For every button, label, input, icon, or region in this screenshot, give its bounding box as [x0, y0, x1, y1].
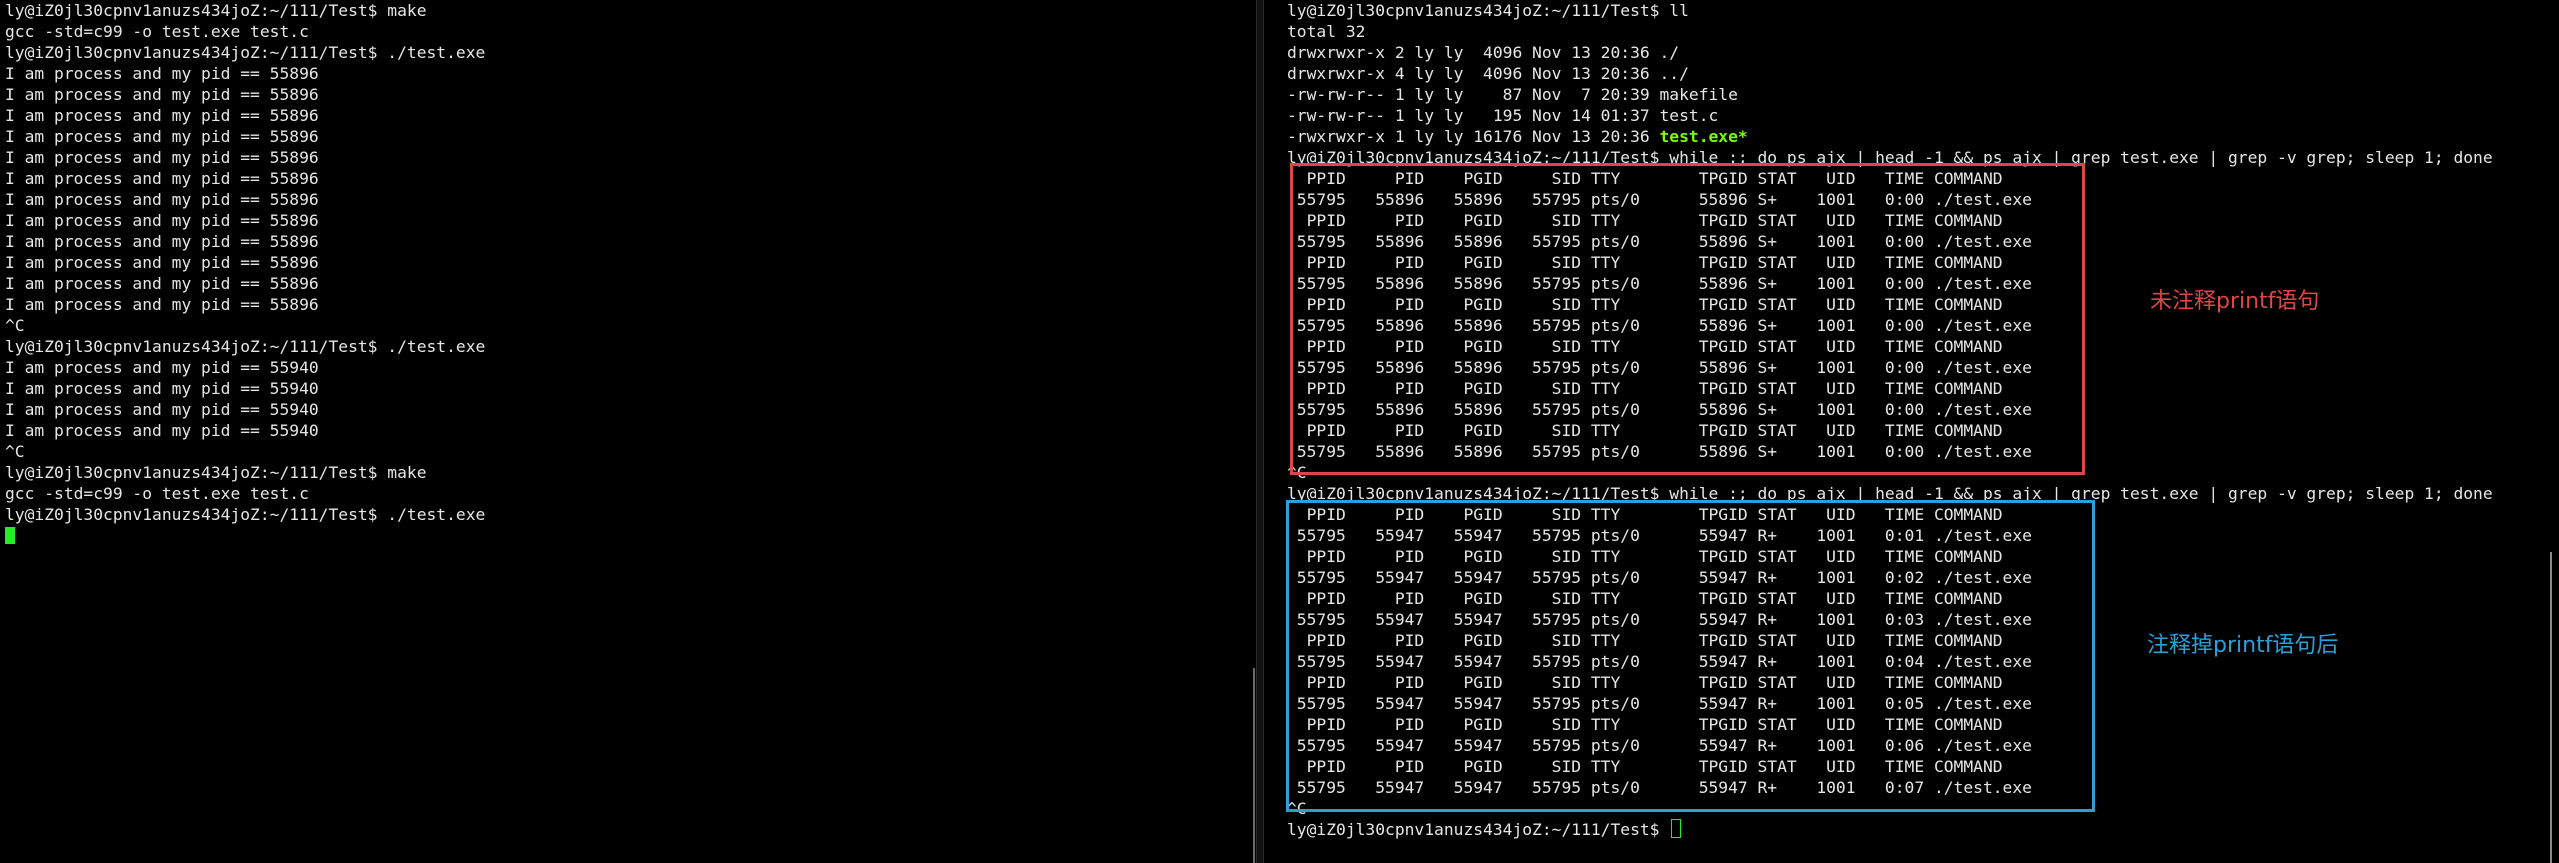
cursor	[5, 527, 15, 544]
terminal-line: I am process and my pid == 55940	[5, 400, 319, 419]
terminal-line: gcc -std=c99 -o test.exe test.c	[5, 22, 309, 41]
terminal-line: I am process and my pid == 55896	[5, 232, 319, 251]
left-terminal-pane[interactable]: ly@iZ0jl30cpnv1anuzs434joZ:~/111/Test$ m…	[0, 0, 1256, 863]
terminal-line: gcc -std=c99 -o test.exe test.c	[5, 484, 309, 503]
executable-filename: test.exe*	[1659, 127, 1748, 146]
terminal-line: I am process and my pid == 55940	[5, 358, 319, 377]
terminal-line: -rwxrwxr-x 1 ly ly 16176 Nov 13 20:36 te…	[1287, 126, 2493, 147]
left-terminal-output: ly@iZ0jl30cpnv1anuzs434joZ:~/111/Test$ m…	[5, 0, 485, 546]
terminal-line: total 32	[1287, 22, 1366, 41]
terminal-line: I am process and my pid == 55896	[5, 253, 319, 272]
terminal-line: ly@iZ0jl30cpnv1anuzs434joZ:~/111/Test$ m…	[5, 463, 427, 482]
pane-divider[interactable]	[1256, 0, 1264, 863]
terminal-line: I am process and my pid == 55896	[5, 295, 319, 314]
terminal-line: drwxrwxr-x 2 ly ly 4096 Nov 13 20:36 ./	[1287, 43, 1680, 62]
red-highlight-box	[1290, 163, 2085, 475]
terminal-line: I am process and my pid == 55940	[5, 379, 319, 398]
left-scrollbar[interactable]	[1253, 668, 1255, 863]
terminal-line: -rw-rw-r-- 1 ly ly 195 Nov 14 01:37 test…	[1287, 106, 1719, 125]
terminal-line: I am process and my pid == 55896	[5, 64, 319, 83]
terminal-cursor-line	[5, 525, 485, 546]
cursor	[1671, 819, 1682, 838]
terminal-line: ly@iZ0jl30cpnv1anuzs434joZ:~/111/Test$ m…	[5, 1, 427, 20]
terminal-line: ly@iZ0jl30cpnv1anuzs434joZ:~/111/Test$ .…	[5, 337, 486, 356]
terminal-line: ly@iZ0jl30cpnv1anuzs434joZ:~/111/Test$ .…	[5, 43, 486, 62]
file-entry-prefix: -rwxrwxr-x 1 ly ly 16176 Nov 13 20:36	[1287, 127, 1660, 146]
terminal-line: I am process and my pid == 55896	[5, 148, 319, 167]
annotation-printf-commented: 注释掉printf语句后	[2147, 633, 2339, 658]
terminal-line: ^C	[5, 442, 25, 461]
terminal-line: I am process and my pid == 55896	[5, 85, 319, 104]
terminal-line: ^C	[5, 316, 25, 335]
terminal-line: drwxrwxr-x 4 ly ly 4096 Nov 13 20:36 ../	[1287, 64, 1689, 83]
terminal-line: -rw-rw-r-- 1 ly ly 87 Nov 7 20:39 makefi…	[1287, 85, 1738, 104]
terminal-prompt-line: ly@iZ0jl30cpnv1anuzs434joZ:~/111/Test$	[1287, 819, 2493, 840]
annotation-printf-enabled: 未注释printf语句	[2150, 289, 2320, 314]
terminal-line: I am process and my pid == 55896	[5, 274, 319, 293]
blue-highlight-box	[1286, 500, 2095, 812]
right-scrollbar[interactable]	[2550, 552, 2552, 863]
terminal-line: I am process and my pid == 55940	[5, 421, 319, 440]
terminal-line: I am process and my pid == 55896	[5, 169, 319, 188]
terminal-line: I am process and my pid == 55896	[5, 211, 319, 230]
terminal-line: I am process and my pid == 55896	[5, 106, 319, 125]
terminal-line: I am process and my pid == 55896	[5, 190, 319, 209]
terminal-line: ly@iZ0jl30cpnv1anuzs434joZ:~/111/Test$ .…	[5, 505, 486, 524]
terminal-line: ly@iZ0jl30cpnv1anuzs434joZ:~/111/Test$ l…	[1287, 1, 1689, 20]
terminal-line: I am process and my pid == 55896	[5, 127, 319, 146]
